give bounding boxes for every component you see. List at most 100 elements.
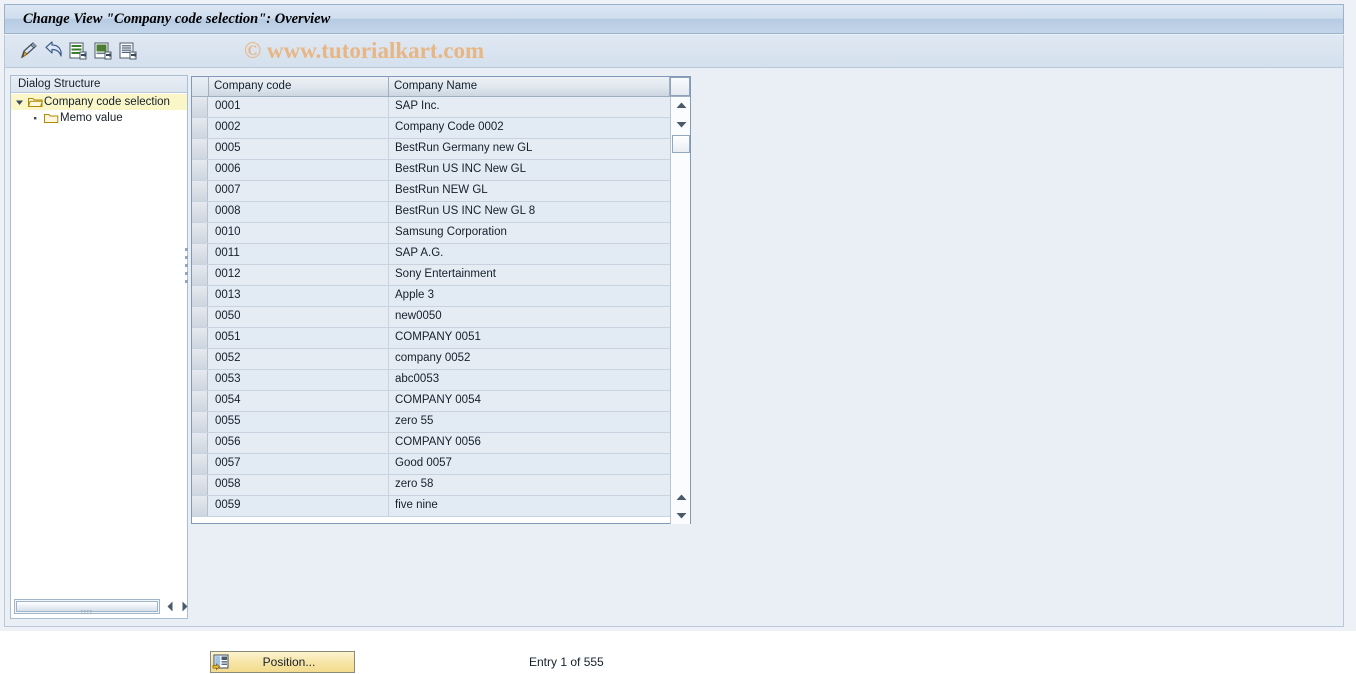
cell-company-name[interactable]: SAP Inc. <box>389 97 670 117</box>
scroll-page-down-arrow-icon[interactable] <box>672 507 690 524</box>
row-select-button[interactable] <box>192 496 208 516</box>
cell-company-code[interactable]: 0059 <box>209 496 389 516</box>
row-select-button[interactable] <box>192 454 208 474</box>
table-vscrollbar[interactable] <box>670 97 690 524</box>
column-header-company-code[interactable]: Company code <box>209 77 389 96</box>
cell-company-code[interactable]: 0050 <box>209 307 389 327</box>
table-row[interactable]: 0012 Sony Entertainment <box>192 265 670 286</box>
row-select-button[interactable] <box>192 475 208 495</box>
table-row[interactable]: 0059 five nine <box>192 496 670 517</box>
cell-company-code[interactable]: 0011 <box>209 244 389 264</box>
cell-company-name[interactable]: SAP A.G. <box>389 244 670 264</box>
cell-company-name[interactable]: new0050 <box>389 307 670 327</box>
table-corner-button[interactable] <box>670 77 690 96</box>
cell-company-name[interactable]: Sony Entertainment <box>389 265 670 285</box>
cell-company-name[interactable]: Samsung Corporation <box>389 223 670 243</box>
cell-company-code[interactable]: 0058 <box>209 475 389 495</box>
cell-company-name[interactable]: COMPANY 0051 <box>389 328 670 348</box>
scroll-right-arrow-icon[interactable] <box>178 599 191 614</box>
expand-triangle-icon[interactable] <box>11 94 27 110</box>
table-row[interactable]: 0010 Samsung Corporation <box>192 223 670 244</box>
cell-company-code[interactable]: 0054 <box>209 391 389 411</box>
table-row[interactable]: 0008 BestRun US INC New GL 8 <box>192 202 670 223</box>
new-entries-icon[interactable] <box>67 40 89 62</box>
table-row[interactable]: 0005 BestRun Germany new GL <box>192 139 670 160</box>
row-select-button[interactable] <box>192 181 208 201</box>
row-select-button[interactable] <box>192 118 208 138</box>
sidebar-hscrollbar[interactable] <box>14 599 160 614</box>
table-row[interactable]: 0058 zero 58 <box>192 475 670 496</box>
cell-company-name[interactable]: BestRun Germany new GL <box>389 139 670 159</box>
table-row[interactable]: 0053 abc0053 <box>192 370 670 391</box>
back-arrow-icon[interactable] <box>43 40 65 62</box>
cell-company-code[interactable]: 0057 <box>209 454 389 474</box>
cell-company-code[interactable]: 0010 <box>209 223 389 243</box>
cell-company-code[interactable]: 0005 <box>209 139 389 159</box>
cell-company-code[interactable]: 0055 <box>209 412 389 432</box>
cell-company-name[interactable]: Company Code 0002 <box>389 118 670 138</box>
cell-company-code[interactable]: 0056 <box>209 433 389 453</box>
position-button[interactable]: Position... <box>210 651 355 673</box>
table-row[interactable]: 0050 new0050 <box>192 307 670 328</box>
cell-company-name[interactable]: Apple 3 <box>389 286 670 306</box>
cell-company-name[interactable]: zero 55 <box>389 412 670 432</box>
cell-company-code[interactable]: 0006 <box>209 160 389 180</box>
row-select-button[interactable] <box>192 349 208 369</box>
copy-as-icon[interactable] <box>92 40 114 62</box>
table-row[interactable]: 0051 COMPANY 0051 <box>192 328 670 349</box>
row-select-button[interactable] <box>192 286 208 306</box>
cell-company-code[interactable]: 0051 <box>209 328 389 348</box>
cell-company-name[interactable]: BestRun US INC New GL <box>389 160 670 180</box>
tree-item-memo-value[interactable]: Memo value <box>11 110 187 126</box>
cell-company-name[interactable]: abc0053 <box>389 370 670 390</box>
table-row[interactable]: 0056 COMPANY 0056 <box>192 433 670 454</box>
cell-company-name[interactable]: COMPANY 0054 <box>389 391 670 411</box>
scroll-page-up-arrow-icon[interactable] <box>672 489 690 506</box>
row-select-button[interactable] <box>192 391 208 411</box>
cell-company-code[interactable]: 0007 <box>209 181 389 201</box>
cell-company-name[interactable]: zero 58 <box>389 475 670 495</box>
table-row[interactable]: 0001 SAP Inc. <box>192 97 670 118</box>
table-row[interactable]: 0057 Good 0057 <box>192 454 670 475</box>
row-select-button[interactable] <box>192 307 208 327</box>
sidebar-hscroll-thumb[interactable] <box>16 601 158 614</box>
table-vscroll-thumb[interactable] <box>672 135 690 153</box>
row-select-button[interactable] <box>192 412 208 432</box>
change-display-icon[interactable] <box>18 40 40 62</box>
cell-company-name[interactable]: company 0052 <box>389 349 670 369</box>
row-select-button[interactable] <box>192 223 208 243</box>
scroll-up-arrow-icon[interactable] <box>672 97 690 114</box>
row-select-button[interactable] <box>192 370 208 390</box>
cell-company-code[interactable]: 0001 <box>209 97 389 117</box>
table-row[interactable]: 0054 COMPANY 0054 <box>192 391 670 412</box>
tree-item-company-code-selection[interactable]: Company code selection <box>11 94 187 110</box>
scroll-left-arrow-icon[interactable] <box>164 599 177 614</box>
cell-company-name[interactable]: Good 0057 <box>389 454 670 474</box>
cell-company-code[interactable]: 0013 <box>209 286 389 306</box>
table-row[interactable]: 0002 Company Code 0002 <box>192 118 670 139</box>
row-select-button[interactable] <box>192 433 208 453</box>
row-select-button[interactable] <box>192 160 208 180</box>
cell-company-name[interactable]: BestRun NEW GL <box>389 181 670 201</box>
row-select-button[interactable] <box>192 202 208 222</box>
table-row[interactable]: 0013 Apple 3 <box>192 286 670 307</box>
table-row[interactable]: 0006 BestRun US INC New GL <box>192 160 670 181</box>
cell-company-code[interactable]: 0008 <box>209 202 389 222</box>
cell-company-name[interactable]: COMPANY 0056 <box>389 433 670 453</box>
table-row[interactable]: 0011 SAP A.G. <box>192 244 670 265</box>
select-all-button[interactable] <box>192 77 209 96</box>
cell-company-code[interactable]: 0002 <box>209 118 389 138</box>
column-header-company-name[interactable]: Company Name <box>389 77 670 96</box>
cell-company-name[interactable]: BestRun US INC New GL 8 <box>389 202 670 222</box>
cell-company-code[interactable]: 0012 <box>209 265 389 285</box>
table-row[interactable]: 0052 company 0052 <box>192 349 670 370</box>
details-icon[interactable] <box>117 40 139 62</box>
row-select-button[interactable] <box>192 265 208 285</box>
cell-company-code[interactable]: 0053 <box>209 370 389 390</box>
row-select-button[interactable] <box>192 328 208 348</box>
row-select-button[interactable] <box>192 97 208 117</box>
cell-company-code[interactable]: 0052 <box>209 349 389 369</box>
row-select-button[interactable] <box>192 139 208 159</box>
table-row[interactable]: 0055 zero 55 <box>192 412 670 433</box>
scroll-down-arrow-icon[interactable] <box>672 116 690 133</box>
